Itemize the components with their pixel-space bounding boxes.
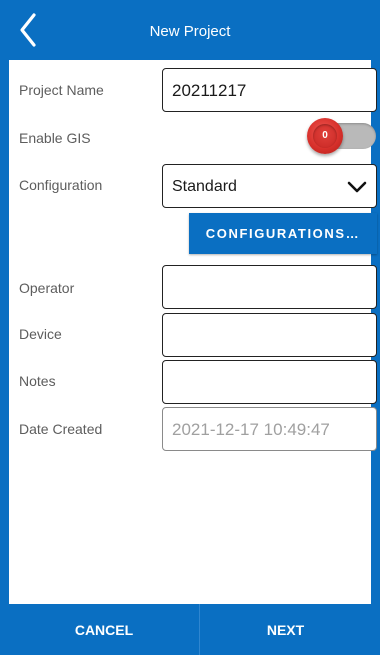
operator-label: Operator [19,280,75,296]
project-name-value: 20211217 [172,81,247,100]
configuration-select[interactable]: Standard [162,164,377,208]
notes-field[interactable] [162,360,377,404]
app-header: New Project [0,0,380,60]
enable-gis-toggle[interactable]: 0 [307,118,343,154]
date-created-value: 2021-12-17 10:49:47 [172,420,330,439]
date-created-field: 2021-12-17 10:49:47 [162,407,377,451]
project-name-field[interactable]: 20211217 [162,68,377,112]
configurations-button[interactable]: CONFIGURATIONS… [189,213,377,254]
enable-gis-label: Enable GIS [19,130,91,146]
notes-label: Notes [19,373,56,389]
toggle-state-text: 0 [322,130,328,141]
cancel-button[interactable]: CANCEL [9,604,199,655]
page-title: New Project [149,23,231,40]
project-name-label: Project Name [19,82,104,98]
configuration-label: Configuration [19,177,103,193]
chevron-down-icon [346,179,368,195]
device-label: Device [19,326,62,342]
footer-bar: CANCEL NEXT [0,604,380,655]
date-created-label: Date Created [19,421,103,437]
device-field[interactable] [162,313,377,357]
configuration-value: Standard [172,178,237,195]
operator-field[interactable] [162,265,377,309]
next-button[interactable]: NEXT [200,604,371,655]
